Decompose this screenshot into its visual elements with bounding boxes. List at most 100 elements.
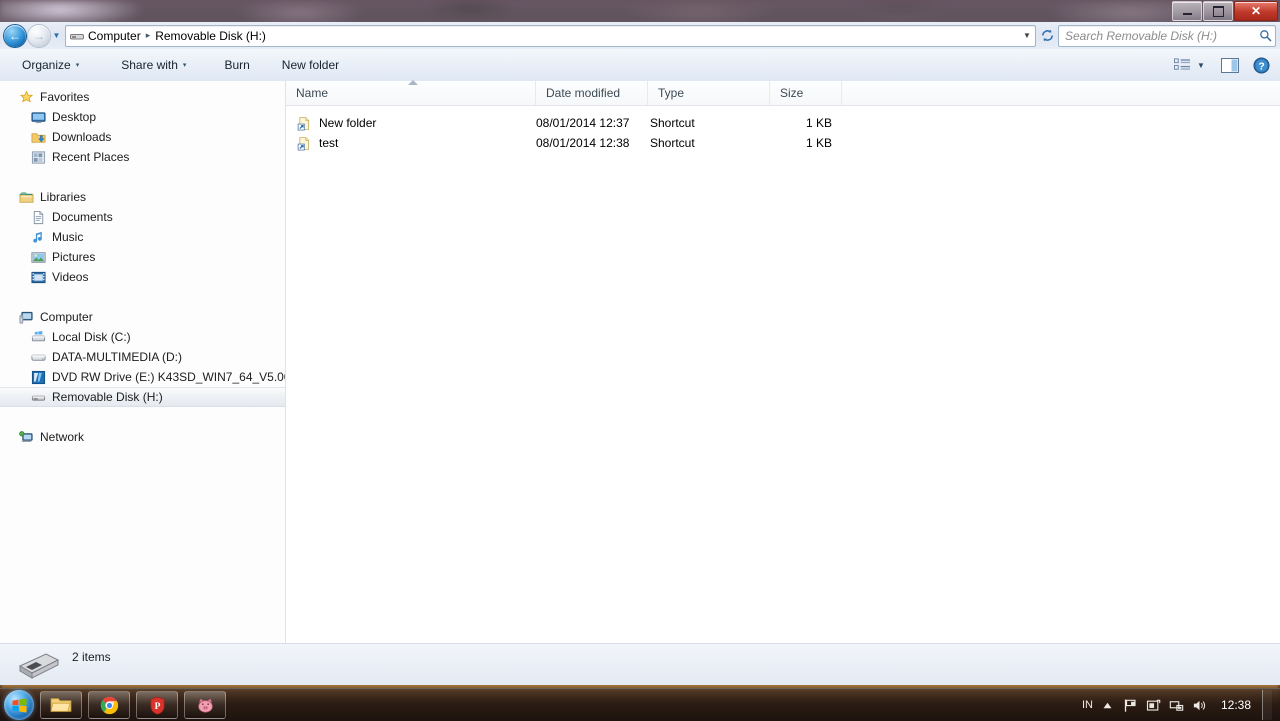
taskbar-clock[interactable]: 12:38 — [1215, 698, 1255, 712]
sidebar-item-data-multimedia-d[interactable]: DATA-MULTIMEDIA (D:) — [0, 347, 285, 367]
title-bar: ✕ — [0, 0, 1280, 23]
action-center-flag-icon[interactable] — [1123, 697, 1139, 713]
close-button[interactable]: ✕ — [1234, 1, 1278, 21]
recent-locations-button[interactable]: ▼ — [50, 25, 63, 47]
hard-drive-windows-icon — [30, 329, 46, 345]
burn-button[interactable]: Burn — [214, 53, 259, 77]
music-note-icon — [30, 229, 46, 245]
column-header-date-modified[interactable]: Date modified — [536, 81, 648, 105]
removable-disk-large-icon — [16, 648, 60, 682]
file-size: 1 KB — [805, 136, 832, 150]
sidebar-label-videos: Videos — [52, 270, 89, 284]
network-icon — [18, 429, 34, 445]
sidebar-label-favorites: Favorites — [40, 90, 90, 104]
sidebar-item-downloads[interactable]: Downloads — [0, 127, 285, 147]
star-icon — [18, 89, 34, 105]
sidebar-item-desktop[interactable]: Desktop — [0, 107, 285, 127]
table-row[interactable]: New folder 08/01/2014 12:37 Shortcut 1 K… — [286, 113, 1280, 133]
navigation-tree: Favorites Desktop Downloads Recent Place… — [0, 81, 285, 447]
back-button[interactable]: ← — [4, 24, 26, 47]
show-desktop-button[interactable] — [1262, 690, 1272, 720]
sidebar-group-favorites[interactable]: Favorites — [0, 87, 285, 107]
sidebar-label-dvd-rw-drive-e: DVD RW Drive (E:) K43SD_WIN7_64_V5.00 — [52, 370, 286, 384]
table-row[interactable]: test 08/01/2014 12:38 Shortcut 1 KB — [286, 133, 1280, 153]
close-icon: ✕ — [1250, 4, 1262, 18]
view-dropdown-icon[interactable]: ▼ — [1194, 55, 1208, 75]
file-size: 1 KB — [805, 116, 832, 130]
show-hidden-icons-button[interactable] — [1100, 697, 1116, 713]
breadcrumb-computer[interactable]: Computer — [86, 29, 143, 43]
video-icon — [30, 269, 46, 285]
language-indicator[interactable]: IN — [1082, 699, 1093, 711]
sidebar-label-pictures: Pictures — [52, 250, 96, 264]
taskbar-button-pig-app[interactable] — [184, 691, 226, 719]
svg-text:P: P — [154, 701, 160, 711]
sidebar-item-pictures[interactable]: Pictures — [0, 247, 285, 267]
safely-remove-hardware-icon[interactable] — [1146, 697, 1162, 713]
dvd-drive-icon — [30, 369, 46, 385]
column-header-type[interactable]: Type — [648, 81, 770, 105]
address-bar[interactable]: Computer ▸ Removable Disk (H:) ▼ — [65, 24, 1036, 47]
shortcut-file-icon — [296, 135, 312, 151]
breadcrumb-separator-1[interactable]: ▸ — [143, 30, 154, 41]
sidebar-label-music: Music — [52, 230, 84, 244]
file-list-pane: Name Date modified Type Size New folder … — [286, 80, 1280, 643]
new-folder-button[interactable]: New folder — [272, 53, 349, 77]
column-header-size-label: Size — [780, 86, 804, 100]
downloads-icon — [30, 129, 46, 145]
navigation-pane: Favorites Desktop Downloads Recent Place… — [0, 81, 286, 643]
search-input[interactable]: Search Removable Disk (H:) — [1059, 29, 1255, 43]
hard-drive-icon — [30, 349, 46, 365]
organize-button[interactable]: Organize ▾ — [12, 53, 89, 77]
sidebar-label-local-disk-c: Local Disk (C:) — [52, 330, 131, 344]
minimize-glyph — [1182, 12, 1192, 15]
minimize-button[interactable] — [1172, 1, 1202, 21]
sidebar-item-music[interactable]: Music — [0, 227, 285, 247]
refresh-button[interactable] — [1036, 26, 1058, 46]
sidebar-item-recent-places[interactable]: Recent Places — [0, 147, 285, 167]
explorer-body: Favorites Desktop Downloads Recent Place… — [0, 80, 1280, 643]
speaker-icon[interactable] — [1192, 697, 1208, 713]
sidebar-item-removable-disk-h[interactable]: Removable Disk (H:) — [0, 387, 285, 407]
column-header-name-label: Name — [296, 86, 329, 100]
search-box[interactable]: Search Removable Disk (H:) — [1058, 24, 1276, 47]
sidebar-item-videos[interactable]: Videos — [0, 267, 285, 287]
sidebar-label-data-multimedia-d: DATA-MULTIMEDIA (D:) — [52, 350, 182, 364]
sidebar-label-network: Network — [40, 430, 85, 444]
forward-arrow-icon: → — [33, 28, 45, 43]
column-header-size[interactable]: Size — [770, 81, 842, 105]
desktop-icon — [30, 109, 46, 125]
maximize-button[interactable] — [1203, 1, 1233, 21]
preview-pane-icon[interactable] — [1218, 55, 1242, 75]
column-header-name[interactable]: Name — [286, 81, 536, 105]
forward-button[interactable]: → — [28, 24, 50, 47]
sidebar-group-network[interactable]: Network — [0, 427, 285, 447]
address-dropdown-icon[interactable]: ▼ — [1019, 31, 1035, 40]
file-date-modified: 08/01/2014 12:37 — [536, 116, 630, 130]
file-list-top-gap — [286, 106, 1280, 113]
help-icon[interactable]: ? — [1250, 55, 1272, 75]
share-with-label: Share with — [121, 58, 178, 72]
taskbar-button-google-chrome[interactable] — [88, 691, 130, 719]
sidebar-group-libraries[interactable]: Libraries — [0, 187, 285, 207]
removable-disk-icon — [30, 389, 46, 405]
breadcrumb-removable-disk[interactable]: Removable Disk (H:) — [153, 29, 268, 43]
system-tray: IN 12:38 — [1082, 690, 1280, 720]
taskbar-button-windows-explorer[interactable] — [40, 691, 82, 719]
sidebar-item-dvd-rw-drive-e[interactable]: DVD RW Drive (E:) K43SD_WIN7_64_V5.00 — [0, 367, 285, 387]
change-view-icon[interactable] — [1172, 55, 1192, 75]
search-icon — [1255, 29, 1275, 42]
sidebar-item-local-disk-c[interactable]: Local Disk (C:) — [0, 327, 285, 347]
column-header-type-label: Type — [658, 86, 685, 100]
column-headers: Name Date modified Type Size — [286, 80, 1280, 106]
chevron-down-icon: ▾ — [182, 62, 187, 69]
share-with-button[interactable]: Share with ▾ — [111, 53, 196, 77]
file-name: New folder — [319, 116, 377, 130]
sidebar-group-computer[interactable]: Computer — [0, 307, 285, 327]
document-icon — [30, 209, 46, 225]
taskbar-button-pdf-reader[interactable]: P — [136, 691, 178, 719]
sidebar-item-documents[interactable]: Documents — [0, 207, 285, 227]
network-tray-icon[interactable] — [1169, 697, 1185, 713]
start-button[interactable] — [4, 690, 34, 720]
